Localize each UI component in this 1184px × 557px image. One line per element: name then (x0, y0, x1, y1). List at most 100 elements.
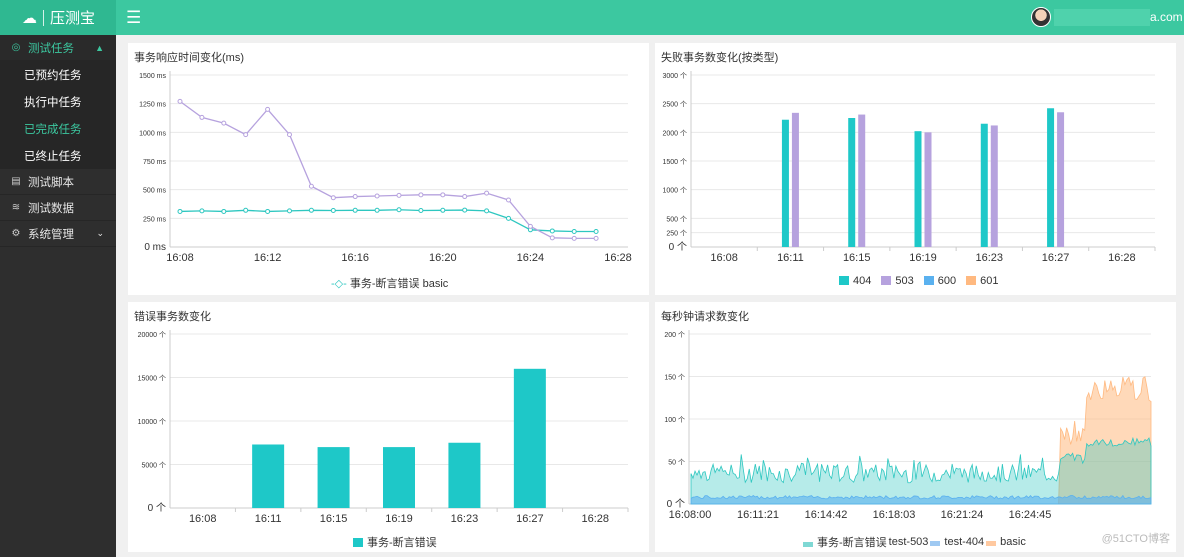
y-tick-label: 250 ms (143, 216, 166, 223)
x-tick-label: 16:20 (429, 252, 457, 264)
data-point (484, 190, 490, 196)
error-tx-panel: 错误事务数变化 0 个 5000 个 10000 个 15000 个 20000 个 16… (128, 302, 649, 552)
rps-panel: 每秒钟请求数变化 0 个 50 个 100 个 150 个 200 个 16:08:00 1… (655, 302, 1176, 552)
x-tick-label: 16:24:45 (1009, 509, 1052, 521)
bar (383, 447, 415, 508)
response-time-chart: 0 ms 250 ms 500 ms 750 ms 1000 ms 1250 ms 1500… (139, 71, 632, 264)
data-point (177, 208, 183, 214)
sidebar-subitem-completed[interactable]: 已完成任务 (0, 115, 116, 142)
legend-item-600[interactable]: 600 (923, 275, 956, 287)
data-point (221, 208, 227, 214)
sidebar-item-label: 系统管理 (28, 228, 74, 241)
data-point (243, 207, 249, 213)
legend-item[interactable]: basic (986, 536, 1026, 548)
panel-title: 失败事务数变化(按类型) (661, 52, 779, 64)
data-point (352, 207, 358, 213)
logo-text: 压测宝 (50, 10, 96, 27)
data-point (549, 228, 555, 234)
error-tx-chart: 0 个 5000 个 10000 个 15000 个 20000 个 16:08 16:11… (138, 330, 629, 525)
bar (448, 442, 481, 508)
sidebar-subitem-scheduled[interactable]: 已预约任务 (0, 61, 116, 88)
y-tick-label: 750 ms (143, 159, 166, 166)
cloud-logo-icon: ☁ (22, 9, 37, 27)
y-tick-label: 500 个 (666, 215, 687, 223)
chart-legend[interactable]: 事务-断言错误 (353, 534, 437, 550)
x-tick-label: 16:15 (843, 252, 871, 264)
legend-item-503[interactable]: 503 (881, 275, 914, 287)
data-point (287, 132, 292, 138)
legend-item[interactable]: test-404 (930, 536, 984, 548)
bar (848, 118, 856, 247)
chart-legend[interactable]: -◇- 事务-断言错误 basic (331, 275, 448, 291)
data-point (527, 223, 533, 229)
legend-item-601[interactable]: 601 (966, 275, 998, 287)
y-tick-label: 2000 个 (662, 129, 687, 137)
y-tick-label: 100 个 (664, 416, 685, 424)
legend-item[interactable]: 事务-断言错误 (353, 534, 437, 550)
sidebar-item-test-data[interactable]: ≋ 测试数据 (0, 195, 116, 221)
data-point (287, 208, 292, 214)
data-point (265, 106, 271, 112)
y-tick-label: 0 ms (144, 242, 166, 253)
database-icon: ≋ (11, 202, 21, 213)
x-tick-label: 16:08 (189, 513, 217, 525)
data-point (308, 207, 314, 213)
x-tick-label: 16:08 (710, 252, 738, 264)
y-tick-label: 1500 个 (662, 158, 687, 166)
chart-legend[interactable]: 404 503 600 601 (839, 275, 998, 287)
sidebar-item-test-tasks[interactable]: ◎ 测试任务 ▲ (0, 35, 116, 61)
sidebar-item-system-admin[interactable]: ⚙ 系统管理 ⌄ (0, 221, 116, 247)
sidebar-subitem-terminated[interactable]: 已终止任务 (0, 142, 116, 169)
legend-item[interactable]: 事务-断言错误 (803, 534, 887, 550)
x-tick-label: 16:27 (516, 513, 544, 525)
y-tick-label: 50 个 (668, 459, 685, 467)
data-point (199, 114, 205, 120)
avatar[interactable] (1031, 7, 1051, 27)
y-tick-label: 15000 个 (138, 375, 166, 383)
data-point (221, 120, 227, 126)
y-tick-label: 0 个 (148, 502, 166, 514)
y-tick-label: 1250 ms (139, 102, 166, 109)
sidebar-item-label: 测试任务 (28, 42, 74, 55)
x-tick-label: 16:28 (582, 513, 610, 525)
user-email-redacted (1054, 9, 1150, 26)
y-tick-label: 20000 个 (138, 331, 166, 339)
data-point (418, 208, 424, 214)
data-point (462, 207, 468, 213)
sidebar-item-test-scripts[interactable]: ▤ 测试脚本 (0, 169, 116, 195)
data-point (330, 195, 336, 201)
legend-item[interactable]: test-503 (889, 536, 929, 548)
app-logo[interactable]: ☁ 压测宝 (0, 0, 116, 35)
bar (1057, 112, 1065, 247)
user-email[interactable]: a.com (1150, 10, 1183, 24)
x-tick-label: 16:11:21 (737, 509, 779, 521)
x-tick-label: 16:11 (255, 513, 282, 525)
sidebar-subitem-running[interactable]: 执行中任务 (0, 88, 116, 115)
menu-toggle-icon[interactable]: ☰ (126, 9, 141, 26)
failed-tx-panel: 失败事务数变化(按类型) 0 个 250 个 500 个 1000 个 1500 个 20… (655, 43, 1176, 295)
chart-legend[interactable]: 事务-断言错误 test-503 test-404 basic (803, 534, 1026, 550)
gear-icon: ⚙ (11, 228, 21, 239)
x-tick-label: 16:28 (1108, 252, 1136, 264)
x-tick-label: 16:27 (1042, 252, 1070, 264)
legend-item-404[interactable]: 404 (839, 275, 871, 287)
y-tick-label: 1000 个 (662, 187, 687, 195)
bar (924, 132, 932, 247)
data-point (549, 235, 555, 241)
data-point (374, 207, 380, 213)
x-tick-label: 16:14:42 (805, 509, 848, 521)
legend-item[interactable]: -◇- 事务-断言错误 basic (331, 275, 448, 291)
bar (513, 368, 546, 508)
data-point (396, 207, 402, 213)
data-point (593, 235, 599, 241)
response-time-panel: 事务响应时间变化(ms) 0 ms 250 ms 500 ms 750 ms 1000 … (128, 43, 649, 295)
bar (252, 444, 285, 508)
sidebar-item-label: 测试脚本 (28, 176, 74, 189)
data-point (374, 193, 380, 199)
y-tick-label: 250 个 (666, 230, 687, 238)
data-point (484, 208, 490, 214)
x-tick-label: 16:19 (909, 252, 937, 264)
x-tick-label: 16:21:24 (941, 509, 984, 521)
data-point (593, 229, 599, 235)
data-point (265, 208, 271, 214)
